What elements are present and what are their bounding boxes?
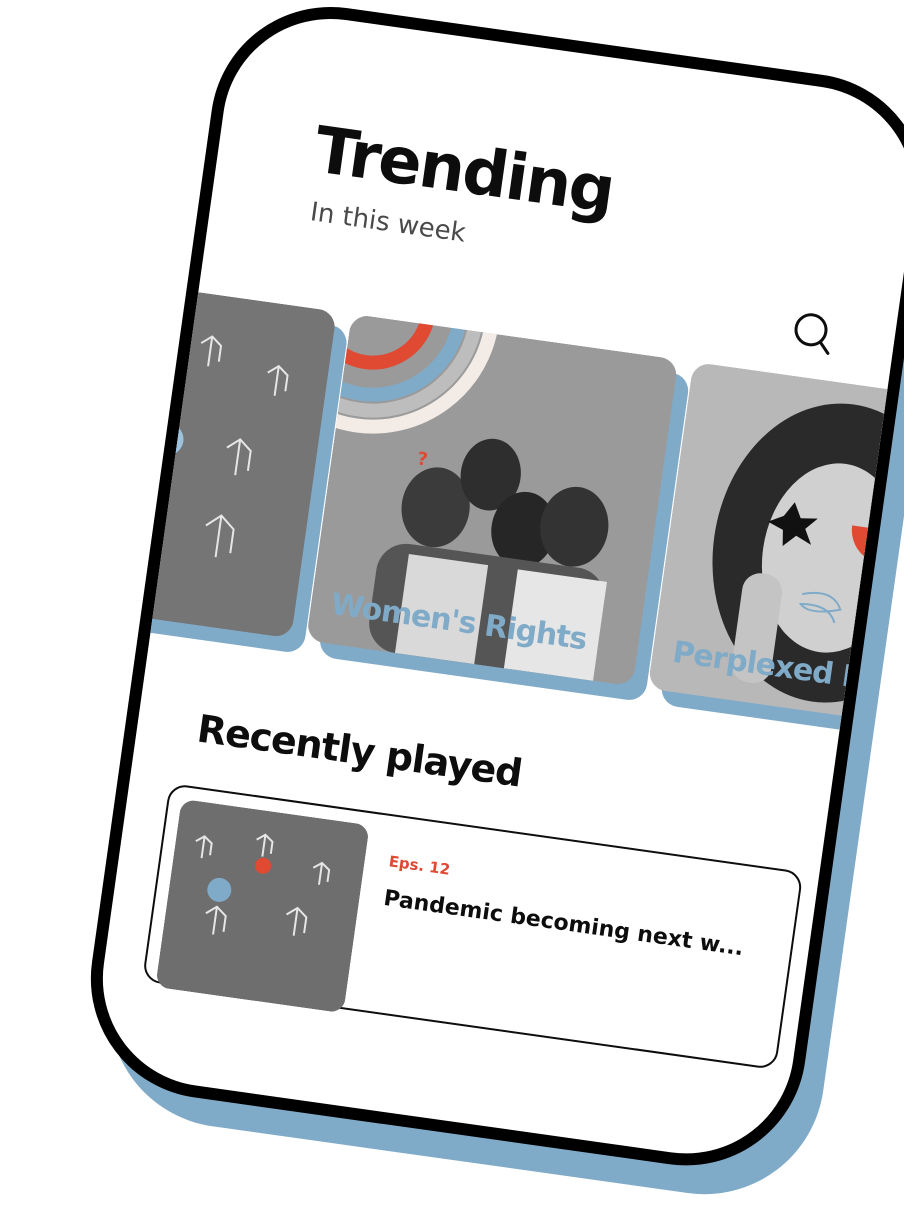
trending-card-womens-rights[interactable]: ? Women's Rights [305, 313, 691, 703]
episode-number: Eps. 12 [387, 852, 452, 879]
episode-title: Pandemic becoming next w... [381, 885, 746, 962]
recent-episode-item[interactable]: Eps. 12 Pandemic becoming next w... [141, 782, 804, 1071]
phone-mockup: Trending In this week Endemic ? Women's … [0, 0, 904, 1210]
recently-played-title: Recently played [194, 706, 525, 796]
trending-card-label: Endemic [75, 538, 127, 593]
search-button[interactable] [788, 307, 838, 357]
episode-thumbnail [155, 798, 370, 1014]
phone-screen: Trending In this week Endemic ? Women's … [75, 0, 904, 1181]
trending-card-endemic[interactable]: Endemic [75, 265, 349, 655]
card-image: Endemic [75, 265, 337, 639]
card-image: ? Women's Rights [305, 313, 679, 687]
search-icon [794, 313, 830, 355]
trending-carousel[interactable]: Endemic ? Women's Rights Perplexed Mind [75, 265, 904, 762]
